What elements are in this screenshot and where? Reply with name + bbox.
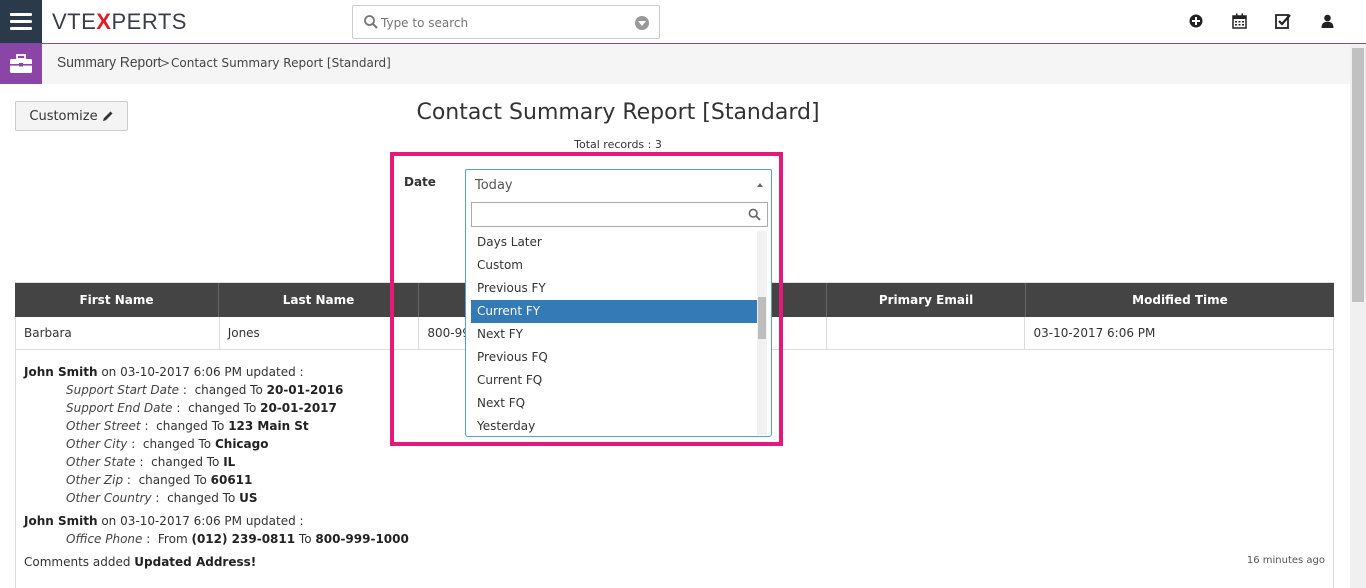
global-search [352,5,660,39]
dropdown-options: Days Later Custom Previous FY Current FY… [471,231,757,436]
user-icon[interactable] [1319,12,1336,29]
history-meta: on 03-10-2017 6:06 PM updated : [101,514,304,528]
history-change-row: Other City : changed To Chicago [66,437,269,451]
breadcrumb-current: Contact Summary Report [Standard] [171,56,391,70]
menu-icon[interactable] [0,0,42,43]
history-change-row: Support End Date : changed To 20-01-2017 [66,401,337,415]
column-header-first-name[interactable]: First Name [15,283,219,317]
change-value: 123 Main St [228,419,309,433]
cell-first-name: Barbara [16,317,220,349]
change-field: Office Phone [66,532,143,546]
comment-label: Comments added [24,555,131,569]
option-current-fq[interactable]: Current FQ [471,369,757,392]
dropdown-search-input[interactable] [471,202,768,227]
history-user[interactable]: John Smith [24,365,98,379]
history-entry-header: John Smith on 03-10-2017 6:06 PM updated… [24,365,304,379]
history-meta: on 03-10-2017 6:06 PM updated : [101,365,304,379]
change-from-value: (012) 239-0811 [191,532,296,546]
search-icon [748,208,761,221]
date-filter-select[interactable]: Today [465,169,772,201]
option-yesterday[interactable]: Yesterday [471,415,757,436]
option-custom[interactable]: Custom [471,254,757,277]
change-value: 60611 [210,473,253,487]
page-scrollbar-thumb[interactable] [1352,48,1364,302]
search-dropdown-icon[interactable] [635,16,649,30]
cell-modified-time: 03-10-2017 6:06 PM [1033,326,1156,340]
change-text: changed To [194,383,263,397]
search-input[interactable] [381,13,621,33]
history-change-row: Other State : changed To IL [66,455,236,469]
option-next-fy[interactable]: Next FY [471,323,757,346]
total-records: Total records : 3 [574,138,662,151]
change-value: 20-01-2016 [266,383,344,397]
comment-value: Updated Address! [134,555,257,569]
page-title: Contact Summary Report [Standard] [416,100,820,125]
cell-primary-email [827,317,1026,349]
briefcase-icon[interactable] [0,44,42,84]
change-text: changed To [156,419,225,433]
option-current-fy[interactable]: Current FY [471,300,757,323]
column-header-primary-email[interactable]: Primary Email [827,283,1026,317]
change-text: changed To [151,455,220,469]
customize-label: Customize [29,108,98,124]
dropdown-scrollbar[interactable] [757,231,767,435]
check-square-icon[interactable] [1275,12,1292,29]
change-to-value: 800-999-1000 [315,532,409,546]
change-field: Support End Date [66,401,173,415]
page-scrollbar[interactable] [1350,44,1366,588]
chevron-up-icon [757,183,763,187]
history-user[interactable]: John Smith [24,514,98,528]
change-field: Other Country [66,491,152,505]
change-text: changed To [188,401,257,415]
search-icon [364,15,378,29]
column-header-modified-time[interactable]: Modified Time [1026,283,1334,317]
option-previous-fy[interactable]: Previous FY [471,277,757,300]
logo-text-x: X [96,9,112,34]
time-ago: 16 minutes ago [1246,555,1325,566]
history-change-row: Support Start Date : changed To 20-01-20… [66,383,344,397]
option-previous-fq[interactable]: Previous FQ [471,346,757,369]
date-filter-label: Date [404,175,436,189]
change-field: Other Zip [66,473,124,487]
logo-text-right: PERTS [111,9,187,34]
logo[interactable]: VTEXPERTS [52,9,187,35]
column-header-last-name[interactable]: Last Name [219,283,419,317]
plus-circle-icon[interactable] [1187,12,1204,29]
change-value: US [239,491,258,505]
change-value: IL [223,455,236,469]
change-field: Other State [66,455,136,469]
option-next-fq[interactable]: Next FQ [471,392,757,415]
top-bar: VTEXPERTS [0,0,1366,44]
history-change-row: Other Street : changed To 123 Main St [66,419,309,433]
breadcrumb-module[interactable]: Summary Report [57,54,161,71]
breadcrumb-separator: > [160,56,171,70]
change-field: Other Street [66,419,141,433]
comment-row: Comments added Updated Address! [24,555,256,569]
breadcrumb: Summary Report > Contact Summary Report … [0,44,1350,84]
history-change-row: Other Zip : changed To 60611 [66,473,253,487]
change-text: changed To [142,437,212,451]
dropdown-scrollbar-thumb[interactable] [758,297,766,339]
history-change-row: Other Country : changed To US [66,491,258,505]
change-value: 20-01-2017 [260,401,337,415]
logo-text-left: VTE [52,9,97,34]
history-change-row: Office Phone : From (012) 239-0811 To 80… [66,532,409,546]
pencil-icon [102,111,113,121]
change-value: Chicago [214,437,269,451]
change-to-label: To [298,532,312,546]
change-text: changed To [167,491,236,505]
date-filter-value: Today [475,178,513,193]
history-entry-header: John Smith on 03-10-2017 6:06 PM updated… [24,514,304,528]
customize-button[interactable]: Customize [15,101,128,131]
change-text: changed To [138,473,207,487]
option-days-later[interactable]: Days Later [471,231,757,254]
change-field: Other City [66,437,128,451]
change-field: Support Start Date [66,383,180,397]
date-filter-dropdown: Days Later Custom Previous FY Current FY… [465,201,772,437]
calendar-icon[interactable] [1231,12,1248,29]
change-from-label: From [157,532,188,546]
